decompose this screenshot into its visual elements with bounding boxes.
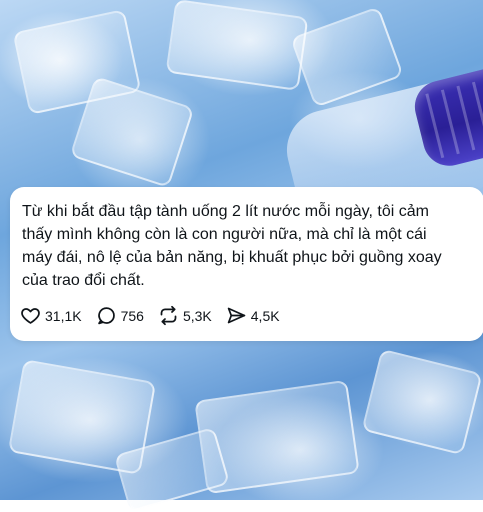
- send-paper-plane-icon: [226, 305, 247, 326]
- ice-cube: [361, 348, 483, 456]
- repost-count: 5,3K: [182, 307, 212, 324]
- share-count: 4,5K: [250, 307, 280, 324]
- heart-icon: [20, 305, 41, 326]
- post-card: Từ khi bắt đầu tập tành uống 2 lít nước …: [10, 187, 483, 341]
- repost-button[interactable]: 5,3K: [158, 305, 212, 326]
- repost-arrows-icon: [158, 305, 179, 326]
- reply-button[interactable]: 756: [96, 305, 144, 326]
- comment-bubble-icon: [96, 305, 117, 326]
- ice-cube: [290, 6, 404, 108]
- like-button[interactable]: 31,1K: [20, 305, 82, 326]
- share-button[interactable]: 4,5K: [226, 305, 280, 326]
- ice-cube: [165, 0, 309, 91]
- post-text: Từ khi bắt đầu tập tành uống 2 lít nước …: [22, 203, 442, 289]
- post-actions-bar: 31,1K 756 5,3K 4,5K: [20, 305, 294, 326]
- like-count: 31,1K: [45, 307, 82, 324]
- reply-count: 756: [120, 307, 144, 324]
